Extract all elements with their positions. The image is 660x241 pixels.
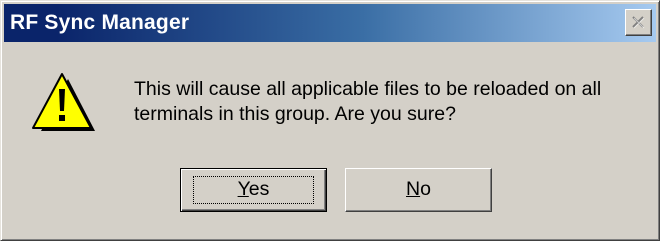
dialog-message: This will cause all applicable files to …: [134, 77, 634, 127]
yes-label-rest: es: [248, 178, 270, 200]
no-button[interactable]: No: [345, 168, 492, 212]
yes-mnemonic: Y: [237, 178, 249, 200]
close-button[interactable]: [625, 9, 652, 36]
no-label-rest: o: [420, 178, 431, 200]
yes-button-label: Yes: [238, 178, 270, 200]
message-line-1: This will cause all applicable files to …: [134, 78, 602, 100]
title-bar[interactable]: RF Sync Manager: [4, 4, 656, 42]
no-mnemonic: N: [406, 178, 421, 200]
no-button-label: No: [406, 178, 431, 200]
dialog-title: RF Sync Manager: [10, 11, 190, 34]
warning-icon: [32, 73, 95, 131]
message-line-2: terminals in this group. Are you sure?: [134, 103, 456, 125]
yes-button[interactable]: Yes: [180, 168, 327, 212]
close-icon: [632, 16, 645, 29]
message-dialog: RF Sync Manager This will cause all appl…: [0, 0, 660, 241]
